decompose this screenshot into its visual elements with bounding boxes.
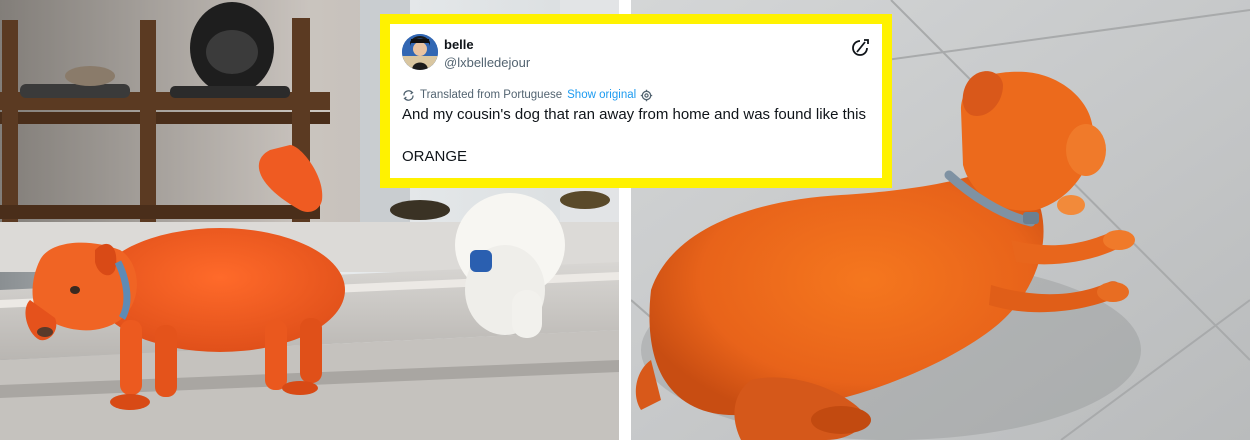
show-original-link[interactable]: Show original	[567, 89, 636, 101]
avatar[interactable]	[402, 34, 438, 70]
tweet-card: belle @lxbelledejour Translated from Por…	[380, 14, 892, 188]
tweet-text: And my cousin's dog that ran away from h…	[402, 106, 866, 123]
x-logo-icon[interactable]	[850, 38, 870, 58]
translation-notice: Translated from Portuguese Show original	[402, 87, 653, 103]
tweet-text-emphasis: ORANGE	[402, 148, 468, 165]
user-handle[interactable]: @lxbelledejour	[444, 55, 530, 70]
display-name[interactable]: belle	[444, 37, 474, 52]
gear-icon[interactable]	[640, 89, 653, 102]
translate-icon	[402, 89, 415, 102]
translated-from-label: Translated from Portuguese	[420, 89, 563, 101]
